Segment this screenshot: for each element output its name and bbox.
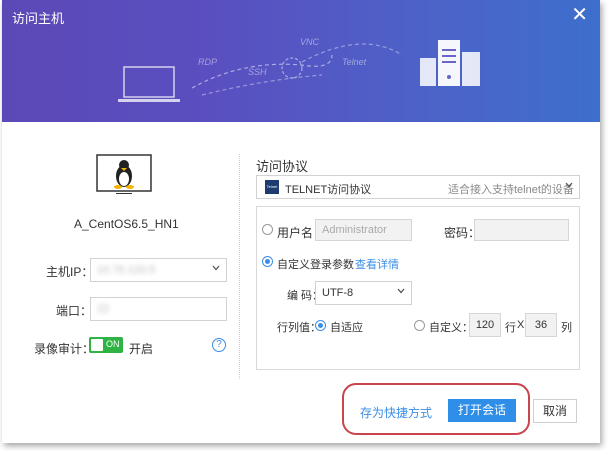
auto-size-label: 自适应	[330, 322, 363, 334]
auto-size-radio[interactable]	[315, 320, 326, 331]
linux-monitor-icon	[96, 154, 152, 194]
port-label: 端口：	[56, 304, 93, 318]
rows-field[interactable]: 120	[469, 313, 501, 337]
dialog-body: A_CentOS6.5_HN1 主机IP： 10.76.120.5 端口： 22…	[2, 122, 600, 443]
vnc-label: VNC	[300, 37, 320, 47]
header-illustration	[118, 40, 480, 102]
username-field[interactable]: Administrator	[315, 219, 412, 241]
telnet-icon: Telnet	[265, 180, 279, 194]
port-value: 22	[97, 303, 110, 315]
port-field[interactable]: 22	[90, 297, 227, 321]
custom-login-label: 自定义登录参数	[277, 259, 354, 271]
ip-select[interactable]: 10.76.120.5	[90, 258, 227, 282]
ip-value: 10.76.120.5	[97, 264, 156, 276]
help-icon[interactable]: ?	[212, 338, 226, 352]
encoding-select[interactable]: UTF-8	[315, 281, 412, 305]
rows-unit: 行	[505, 322, 516, 334]
rdp-label: RDP	[198, 57, 218, 67]
record-audit-state: 开启	[129, 342, 154, 356]
protocol-selected: TELNET访问协议	[285, 184, 372, 196]
login-options-panel: 用户名： Administrator 密码： 自定义登录参数 查看详情 编 码：…	[256, 206, 580, 370]
encoding-value: UTF-8	[322, 287, 354, 299]
cols-field[interactable]: 36	[525, 313, 557, 337]
ssh-label: SSH	[248, 67, 267, 77]
toggle-on-text: ON	[106, 339, 120, 349]
chevron-down-icon	[212, 265, 220, 271]
protocol-description: 适合接入支持telnet的设备	[448, 184, 574, 196]
host-name: A_CentOS6.5_HN1	[74, 217, 179, 231]
cols-unit: 列	[561, 322, 572, 334]
view-details-link[interactable]: 查看详情	[355, 256, 399, 272]
times-sign: X	[517, 319, 525, 331]
record-audit-toggle[interactable]: ON	[89, 337, 123, 353]
chevron-down-icon	[565, 182, 573, 188]
section-divider	[239, 154, 240, 379]
record-audit-label: 录像审计：	[34, 342, 95, 356]
dialog-title: 访问主机	[12, 11, 65, 26]
toggle-knob	[91, 339, 103, 351]
close-icon[interactable]: ✕	[571, 5, 588, 25]
dialog-header: RDP SSH VNC Telnet 访问主机 ✕	[2, 0, 600, 122]
ip-label: 主机IP：	[46, 265, 94, 279]
open-session-button[interactable]: 打开会话	[448, 399, 516, 422]
access-host-dialog: RDP SSH VNC Telnet 访问主机 ✕ A_CentOS6.5_HN…	[2, 0, 600, 443]
custom-size-label: 自定义：	[429, 322, 473, 334]
username-radio[interactable]	[262, 224, 273, 235]
laptop-icon	[123, 66, 175, 98]
protocol-select[interactable]: Telnet TELNET访问协议 适合接入支持telnet的设备	[256, 175, 580, 199]
custom-size-radio[interactable]	[414, 320, 425, 331]
telnet-label: Telnet	[342, 57, 367, 67]
password-field[interactable]	[474, 219, 569, 241]
cancel-button[interactable]: 取消	[533, 399, 577, 423]
server-rack-icon	[420, 40, 480, 86]
chevron-down-icon	[397, 288, 405, 294]
protocol-section-label: 访问协议	[256, 159, 309, 174]
custom-login-radio[interactable]	[262, 256, 273, 267]
save-shortcut-button[interactable]: 存为快捷方式	[360, 404, 432, 421]
